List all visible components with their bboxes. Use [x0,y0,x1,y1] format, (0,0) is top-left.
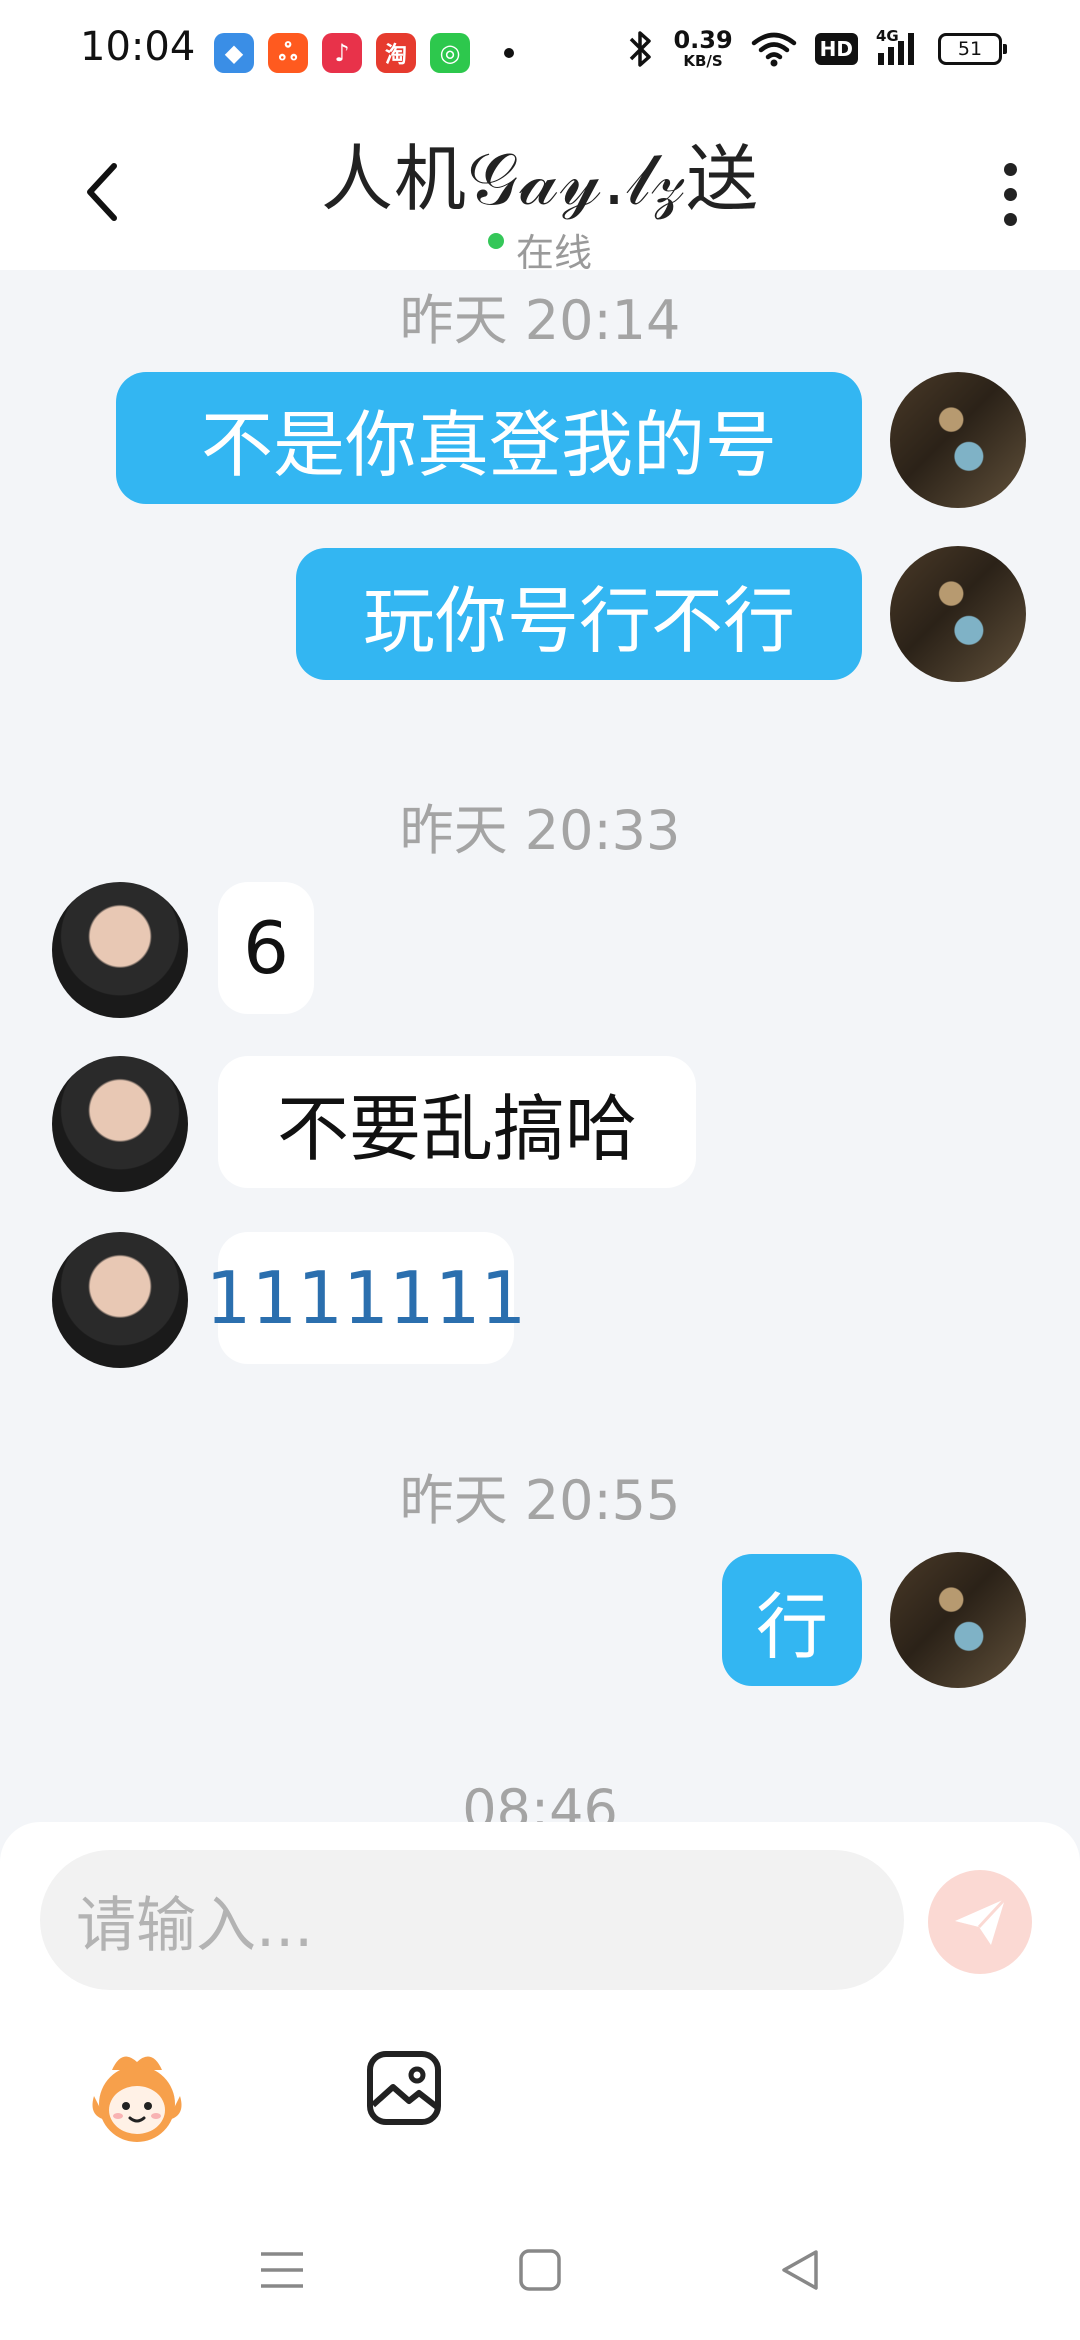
timestamp: 昨天 20:55 [399,1469,681,1532]
my-avatar[interactable] [890,546,1026,682]
notification-app-icons: ◆ ஃ ♪ 淘 ◎ [214,33,514,73]
back-nav-button[interactable] [750,2220,850,2320]
music-app-icon: ♪ [322,33,362,73]
cellular-signal-icon: 4G [876,27,920,67]
contact-name: 人机𝒢𝒶𝓎.𝓁𝓏送 [321,137,759,221]
image-picker-button[interactable] [360,2044,448,2132]
message-bubble-received[interactable]: 6 [218,882,314,1014]
network-speed-unit: KB/S [683,52,723,70]
recent-apps-button[interactable] [232,2220,332,2320]
more-dot-icon [1003,187,1017,201]
home-button[interactable] [490,2220,590,2320]
message-input[interactable]: 请输入... [40,1850,904,1990]
chat-header: 人机𝒢𝒶𝓎.𝓁𝓏送 在线 [0,100,1080,275]
message-bubble-sent[interactable]: 行 [722,1554,862,1686]
wifi-icon [751,32,796,66]
status-indicators: 0.39 KB/S HD 4G 51 [627,27,1007,69]
more-dot-icon [1003,162,1017,176]
contact-avatar[interactable] [52,882,188,1018]
circle-app-icon: ◎ [430,33,470,73]
more-options-button[interactable] [980,154,1040,234]
taobao-app-icon: 淘 [376,33,416,73]
status-time: 10:04 [80,24,196,70]
hd-voice-badge: HD [814,32,858,65]
battery-indicator: 51 [938,32,1007,65]
square-icon [519,2249,561,2291]
battery-level: 51 [957,37,983,60]
bluetooth-icon [630,30,652,67]
more-notifications-dot-icon [504,48,514,58]
image-icon [367,2051,441,2125]
paper-plane-icon [955,1897,1007,1945]
my-avatar[interactable] [890,372,1026,508]
presence-status: 在线 [0,222,1080,277]
message-bubble-sent[interactable]: 不是你真登我的号 [116,372,862,504]
mascot-emoji-icon [92,2056,182,2142]
online-dot-icon [487,232,504,249]
timestamp: 昨天 20:33 [399,799,681,862]
contact-avatar[interactable] [52,1232,188,1368]
system-navigation-bar [0,2220,1080,2340]
triangle-back-icon [782,2250,818,2290]
contact-avatar[interactable] [52,1056,188,1192]
message-bubble-received[interactable]: 不要乱搞哈 [218,1056,696,1188]
network-speed-value: 0.39 [673,26,733,54]
timestamp: 昨天 20:14 [399,289,681,352]
more-dot-icon [1003,212,1017,226]
presence-label: 在线 [515,231,592,275]
message-bubble-sent[interactable]: 玩你号行不行 [296,548,862,680]
kuaishou-app-icon: ஃ [268,33,308,73]
message-text-link[interactable]: 1111111 [206,1256,527,1340]
sticker-mascot-button[interactable] [82,2044,192,2154]
my-avatar[interactable] [890,1552,1026,1688]
status-bar: 10:04 ◆ ஃ ♪ 淘 ◎ 0.39 KB/S HD 4G 51 [0,0,1080,100]
network-speed: 0.39 KB/S [673,28,732,69]
menu-lines-icon [261,2252,303,2288]
browser-app-icon: ◆ [214,33,254,73]
message-list[interactable]: 昨天 20:14 不是你真登我的号 玩你号行不行 昨天 20:33 6 不要乱搞… [0,270,1080,1830]
send-button[interactable] [928,1870,1032,1974]
message-bubble-received[interactable]: 1111111 [206,1232,526,1364]
